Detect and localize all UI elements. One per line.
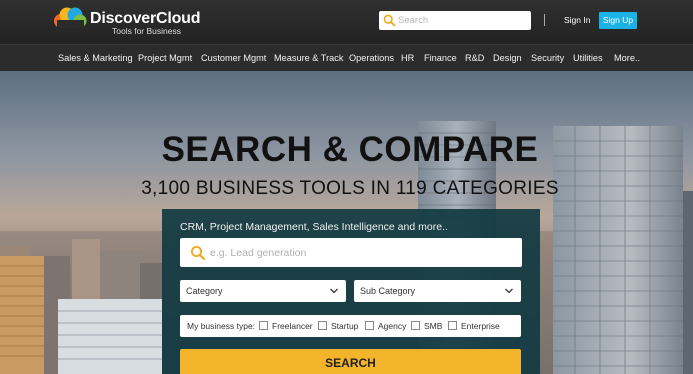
sign-up-button[interactable]: Sign Up bbox=[599, 12, 637, 29]
hero-headline: SEARCH & COMPARE bbox=[161, 130, 539, 169]
nav-item-measure-track[interactable]: Measure & Track bbox=[274, 53, 343, 63]
nav-item-more[interactable]: More.. bbox=[614, 53, 640, 63]
nav-item-utilities[interactable]: Utilities bbox=[573, 53, 603, 63]
search-icon bbox=[383, 14, 396, 27]
checkbox-label: Startup bbox=[331, 321, 359, 331]
checkbox-label: Agency bbox=[378, 321, 407, 331]
nav-item-customer-mgmt[interactable]: Customer Mgmt bbox=[201, 53, 266, 63]
checkbox-box[interactable] bbox=[411, 321, 420, 330]
sign-in-link[interactable]: Sign In bbox=[564, 15, 590, 25]
tool-search-field[interactable] bbox=[180, 238, 522, 267]
business-type-label: My business type: bbox=[187, 321, 256, 331]
logo-icon bbox=[54, 7, 87, 28]
header-search-input[interactable] bbox=[398, 12, 526, 29]
nav-item-design[interactable]: Design bbox=[493, 53, 522, 63]
search-panel: CRM, Project Management, Sales Intellige… bbox=[162, 209, 540, 374]
subcategory-select-label: Sub Category bbox=[360, 286, 416, 296]
business-type-filter: My business type: Freelancer Startup Age… bbox=[180, 315, 521, 337]
checkbox-box[interactable] bbox=[318, 321, 327, 330]
nav-item-sales-marketing[interactable]: Sales & Marketing bbox=[58, 53, 133, 63]
nav-item-rd[interactable]: R&D bbox=[465, 53, 484, 63]
checkbox-label: Freelancer bbox=[272, 321, 313, 331]
checkbox-box[interactable] bbox=[448, 321, 457, 330]
hero-section: SEARCH & COMPARE 3,100 BUSINESS TOOLS IN… bbox=[0, 71, 693, 374]
header-divider bbox=[544, 14, 545, 26]
brand-logo[interactable]: DiscoverCloud Tools for Business bbox=[52, 4, 201, 38]
brand-tagline: Tools for Business bbox=[112, 26, 181, 36]
category-select-label: Category bbox=[186, 286, 223, 296]
search-icon bbox=[191, 246, 205, 260]
hero-subheadline: 3,100 BUSINESS TOOLS IN 119 CATEGORIES bbox=[141, 178, 559, 199]
search-button[interactable]: SEARCH bbox=[180, 349, 521, 374]
checkbox-label: SMB bbox=[424, 321, 443, 331]
nav-item-hr[interactable]: HR bbox=[401, 53, 414, 63]
chevron-down-icon bbox=[330, 288, 338, 294]
category-select[interactable]: Category bbox=[180, 280, 346, 302]
nav-item-finance[interactable]: Finance bbox=[424, 53, 457, 63]
category-nav: Sales & Marketing Project Mgmt Customer … bbox=[0, 44, 693, 71]
header-search[interactable] bbox=[379, 11, 531, 30]
nav-item-security[interactable]: Security bbox=[531, 53, 564, 63]
nav-item-project-mgmt[interactable]: Project Mgmt bbox=[138, 53, 192, 63]
chevron-down-icon bbox=[505, 288, 513, 294]
nav-item-operations[interactable]: Operations bbox=[349, 53, 394, 63]
top-header: DiscoverCloud Tools for Business Sign In… bbox=[0, 0, 693, 44]
search-hint: CRM, Project Management, Sales Intellige… bbox=[180, 221, 448, 233]
checkbox-box[interactable] bbox=[259, 321, 268, 330]
checkbox-box[interactable] bbox=[365, 321, 374, 330]
subcategory-select[interactable]: Sub Category bbox=[354, 280, 521, 302]
checkbox-label: Enterprise bbox=[461, 321, 500, 331]
tool-search-input[interactable] bbox=[210, 242, 515, 263]
